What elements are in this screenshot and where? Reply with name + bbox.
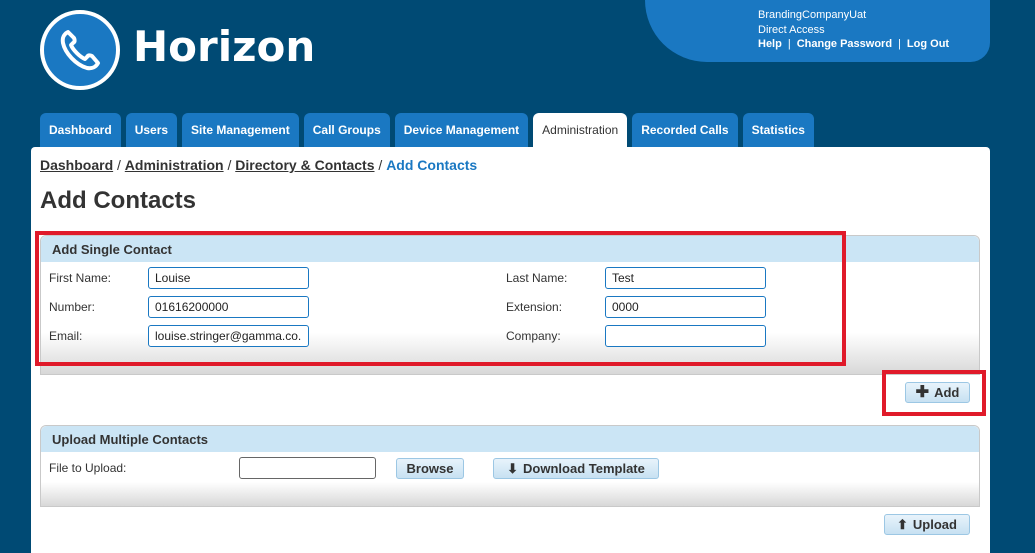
upload-button-label: Upload	[912, 517, 957, 532]
user-panel: BrandingCompanyUat Direct Access Help | Ch…	[645, 0, 990, 62]
tab-site-management[interactable]: Site Management	[182, 113, 299, 147]
link-separator: |	[787, 38, 791, 50]
breadcrumb-separator: /	[227, 157, 232, 173]
tab-call-groups[interactable]: Call Groups	[303, 113, 390, 147]
upload-button[interactable]: ⬆ Upload	[884, 514, 970, 535]
download-template-button[interactable]: ⬇ Download Template	[493, 458, 659, 479]
tab-statistics[interactable]: Statistics	[742, 113, 814, 147]
upload-icon: ⬆	[897, 516, 908, 532]
phone-icon	[60, 30, 100, 71]
change-password-link[interactable]: Change Password	[797, 38, 892, 50]
section-title: Upload Multiple Contacts	[41, 426, 979, 452]
file-upload-field[interactable]	[239, 457, 376, 479]
tab-users[interactable]: Users	[125, 113, 178, 147]
tab-device-management[interactable]: Device Management	[394, 113, 529, 147]
access-level: Direct Access	[758, 24, 825, 36]
company-name: BrandingCompanyUat	[758, 9, 867, 21]
browse-button[interactable]: Browse	[396, 458, 464, 479]
help-link[interactable]: Help	[758, 38, 782, 50]
breadcrumb-dashboard[interactable]: Dashboard	[40, 157, 113, 173]
breadcrumb-current: Add Contacts	[386, 157, 478, 173]
highlight-box	[882, 370, 986, 416]
page-title: Add Contacts	[40, 187, 196, 214]
content-panel: Dashboard / Administration / Directory &…	[31, 147, 990, 553]
multiple-contacts-section: Upload Multiple Contacts File to Upload:…	[40, 425, 980, 507]
main-nav-tabs: Dashboard Users Site Management Call Gro…	[40, 113, 814, 147]
tab-recorded-calls[interactable]: Recorded Calls	[632, 113, 738, 147]
breadcrumb-separator: /	[378, 157, 383, 173]
user-links: Help | Change Password | Log Out	[758, 38, 949, 50]
brand-name: Horizon	[133, 22, 316, 71]
breadcrumb-directory-contacts[interactable]: Directory & Contacts	[235, 157, 374, 173]
tab-dashboard[interactable]: Dashboard	[40, 113, 121, 147]
horizon-logo	[40, 10, 120, 90]
highlight-box	[35, 231, 846, 366]
breadcrumb-separator: /	[117, 157, 121, 173]
link-separator: |	[898, 38, 901, 50]
logout-link[interactable]: Log Out	[907, 38, 949, 50]
breadcrumb: Dashboard / Administration / Directory &…	[40, 157, 477, 173]
download-icon: ⬇	[507, 460, 519, 476]
breadcrumb-administration[interactable]: Administration	[125, 157, 224, 173]
download-button-label: Download Template	[523, 461, 645, 476]
tab-administration[interactable]: Administration	[533, 113, 628, 147]
file-upload-label: File to Upload:	[49, 461, 127, 475]
